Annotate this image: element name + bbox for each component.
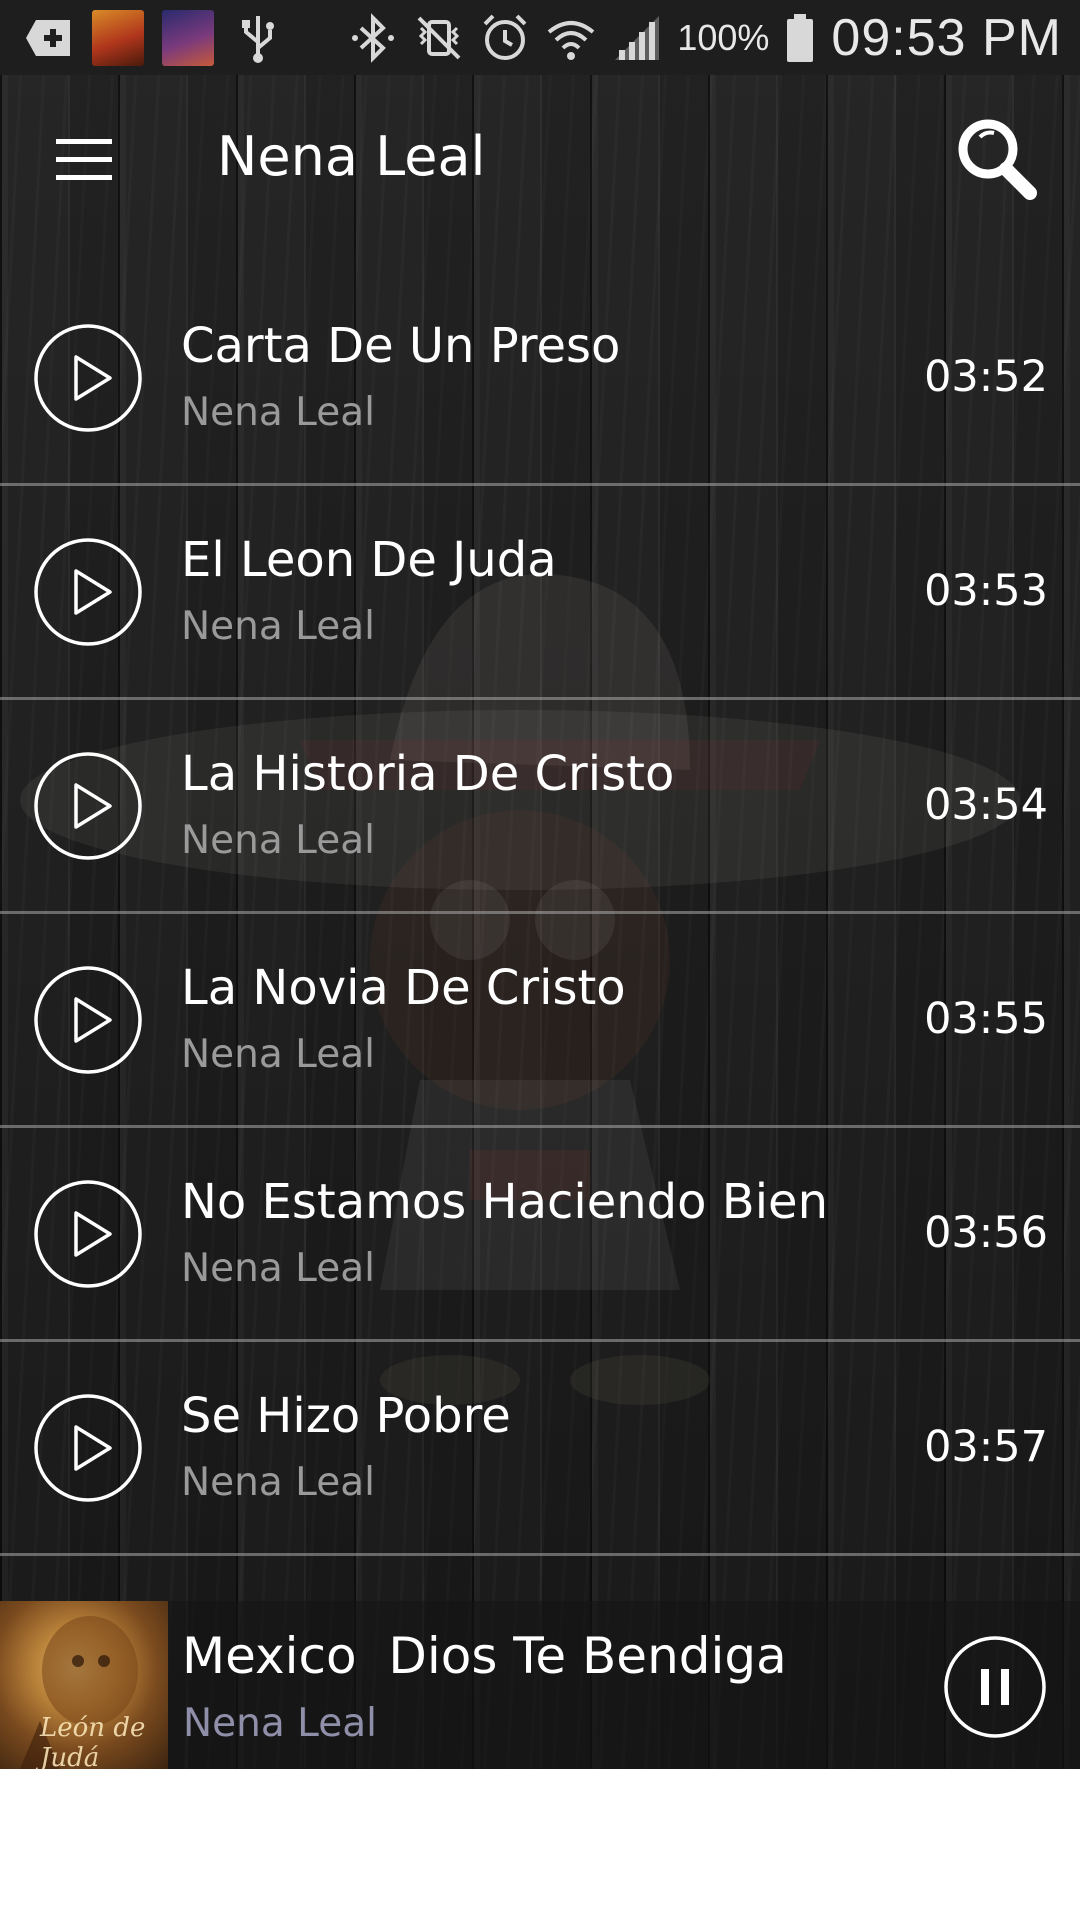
play-icon[interactable] [32, 536, 144, 648]
song-duration: 03:54 [924, 780, 1048, 830]
bluetooth-icon [347, 12, 399, 64]
album-art-logo-text: León de Judá [40, 1713, 146, 1769]
search-icon[interactable] [952, 113, 1042, 203]
hamburger-menu-icon[interactable] [44, 127, 124, 191]
play-icon[interactable] [32, 322, 144, 434]
song-duration: 03:56 [924, 1208, 1048, 1258]
clock: 09:53 PM [831, 8, 1062, 67]
song-row[interactable]: El Leon De Juda Nena Leal 03:53 [0, 486, 1080, 700]
song-duration: 03:55 [924, 994, 1048, 1044]
song-title: La Historia De Cristo [181, 746, 675, 802]
song-title: El Leon De Juda [181, 532, 557, 588]
song-artist: Nena Leal [181, 604, 375, 649]
now-playing-album-art: León de Judá [0, 1601, 168, 1769]
status-bar: 100% 09:53 PM [0, 0, 1080, 75]
now-playing-title: Mexico Dios Te Bendiga [182, 1627, 787, 1685]
add-icon [22, 12, 74, 64]
usb-icon [232, 12, 284, 64]
vibrate-mute-icon [413, 12, 465, 64]
song-title: Carta De Un Preso [181, 318, 621, 374]
wifi-icon [545, 12, 597, 64]
song-artist: Nena Leal [181, 1032, 375, 1077]
app-bar: Nena Leal [0, 75, 1080, 245]
music-app-screen: 100% 09:53 PM Nena Leal Carta De Un Pres… [0, 0, 1080, 1769]
song-row[interactable]: La Historia De Cristo Nena Leal 03:54 [0, 700, 1080, 914]
song-duration: 03:53 [924, 566, 1048, 616]
song-title: Se Hizo Pobre [181, 1388, 511, 1444]
song-artist: Nena Leal [181, 1246, 375, 1291]
play-icon[interactable] [32, 750, 144, 862]
status-bar-notifications [22, 8, 284, 68]
now-playing-artist: Nena Leal [183, 1701, 377, 1746]
song-list: Carta De Un Preso Nena Leal 03:52 El Leo… [0, 272, 1080, 1556]
song-duration: 03:57 [924, 1422, 1048, 1472]
play-icon[interactable] [32, 1392, 144, 1504]
battery-percentage: 100% [677, 16, 770, 58]
song-artist: Nena Leal [181, 390, 375, 435]
signal-icon [611, 12, 663, 64]
play-icon[interactable] [32, 1178, 144, 1290]
album-thumbnail [162, 10, 214, 66]
play-icon[interactable] [32, 964, 144, 1076]
album-thumbnail [92, 10, 144, 66]
song-row[interactable]: Se Hizo Pobre Nena Leal 03:57 [0, 1342, 1080, 1556]
status-bar-system: 100% 09:53 PM [347, 0, 1062, 75]
song-row[interactable]: La Novia De Cristo Nena Leal 03:55 [0, 914, 1080, 1128]
song-row[interactable]: Carta De Un Preso Nena Leal 03:52 [0, 272, 1080, 486]
battery-icon [783, 12, 817, 64]
song-title: No Estamos Haciendo Bien [181, 1174, 828, 1230]
alarm-icon [479, 12, 531, 64]
song-title: La Novia De Cristo [181, 960, 626, 1016]
song-artist: Nena Leal [181, 1460, 375, 1505]
song-duration: 03:52 [924, 352, 1048, 402]
song-artist: Nena Leal [181, 818, 375, 863]
pause-icon[interactable] [943, 1635, 1047, 1739]
page-title: Nena Leal [217, 125, 486, 188]
now-playing-bar[interactable]: León de Judá Mexico Dios Te Bendiga Nena… [0, 1601, 1080, 1769]
song-row[interactable]: No Estamos Haciendo Bien Nena Leal 03:56 [0, 1128, 1080, 1342]
